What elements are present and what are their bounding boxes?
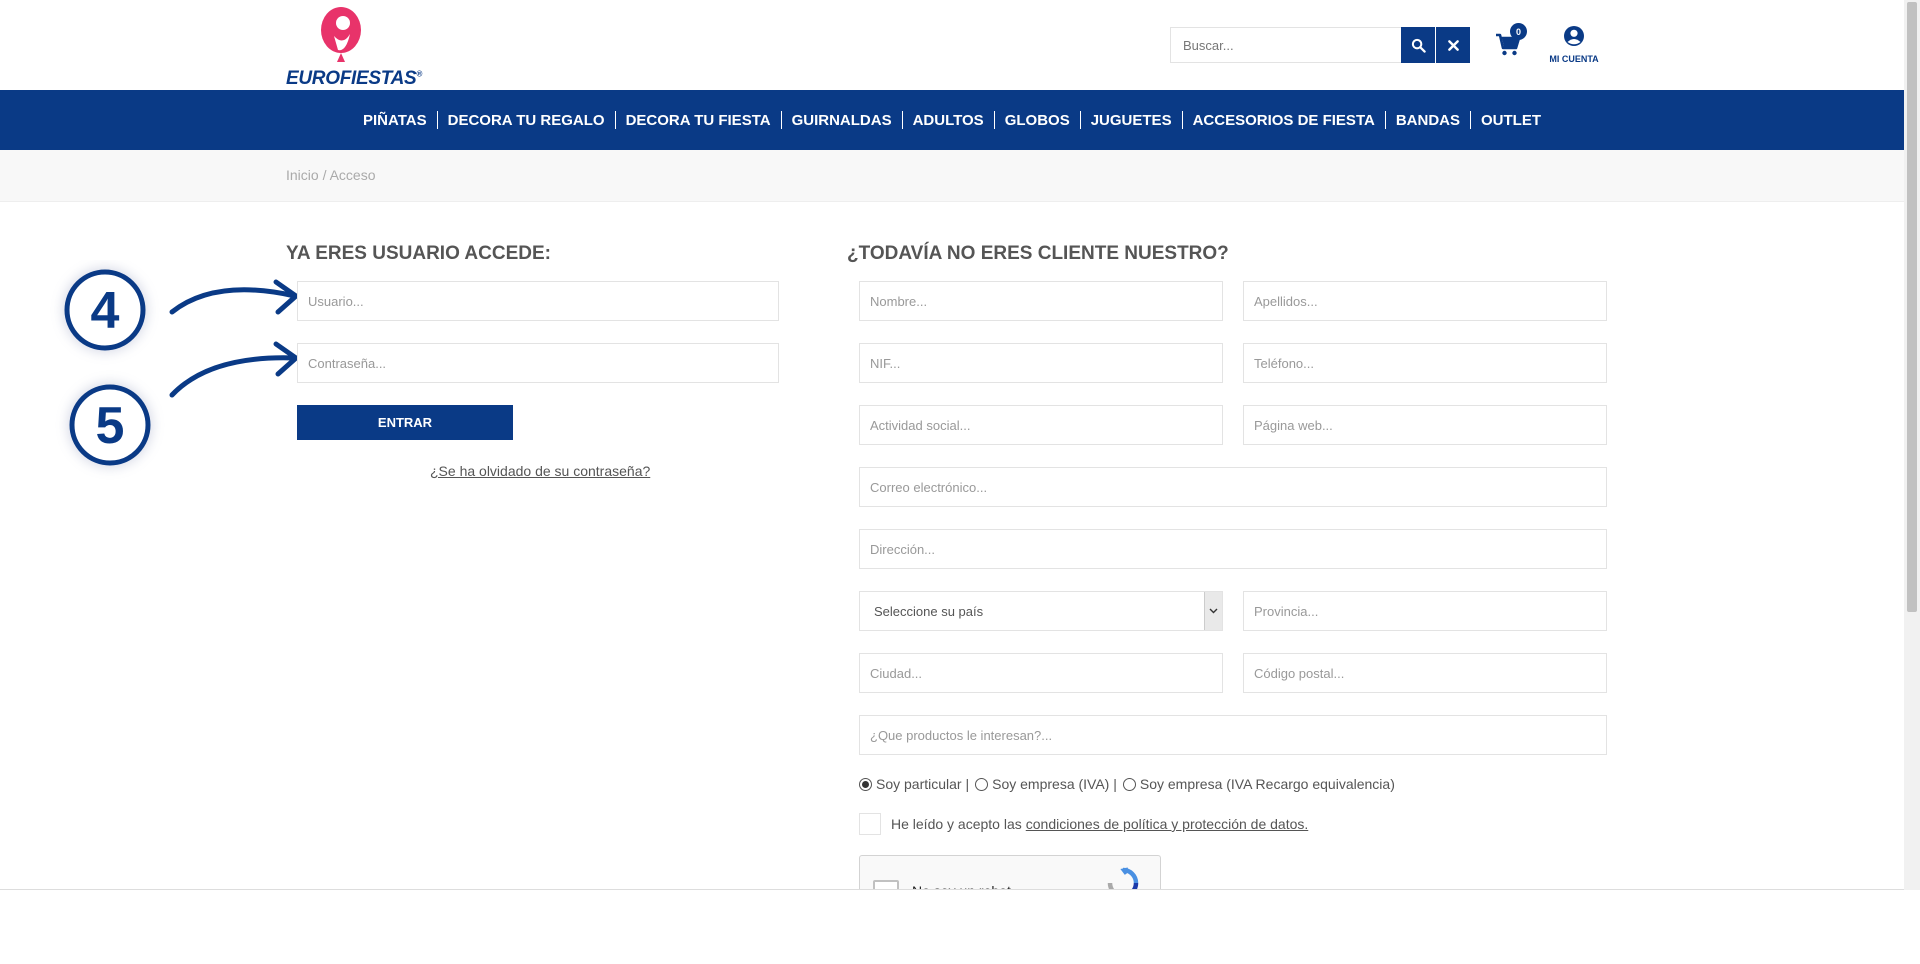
customer-type-group: Soy particular | Soy empresa (IVA) | Soy…: [859, 776, 1401, 792]
page: EUROFIESTAS® 0: [0, 0, 1920, 964]
last-name-input[interactable]: [1243, 281, 1607, 321]
radio-empresa-iva[interactable]: [975, 777, 989, 791]
username-input[interactable]: [297, 281, 779, 321]
cart-count-badge: 0: [1510, 23, 1527, 40]
my-account-link[interactable]: MI CUENTA: [1548, 25, 1600, 65]
nav-item-bandas[interactable]: BANDAS: [1386, 112, 1470, 129]
nav-item-pinatas[interactable]: PIÑATAS: [353, 112, 437, 129]
nav-item-outlet[interactable]: OUTLET: [1471, 112, 1551, 129]
chevron-down-icon: [1204, 592, 1222, 630]
nav-item-adultos[interactable]: ADULTOS: [903, 112, 994, 129]
search-input[interactable]: [1170, 27, 1402, 63]
postal-code-input[interactable]: [1243, 653, 1607, 693]
radio-empresa-iva-label: Soy empresa (IVA) |: [992, 776, 1117, 792]
privacy-consent-checkbox[interactable]: [859, 813, 881, 835]
user-circle-icon: [1564, 26, 1584, 46]
eurofiestas-logo[interactable]: EUROFIESTAS®: [286, 6, 422, 89]
clear-search-button[interactable]: [1436, 27, 1470, 63]
nav-item-globos[interactable]: GLOBOS: [995, 112, 1080, 129]
account-label: MI CUENTA: [1549, 54, 1599, 64]
login-submit-button[interactable]: ENTRAR: [297, 405, 513, 440]
country-select-value: Seleccione su país: [874, 603, 984, 619]
recaptcha-logo-icon: [1107, 867, 1139, 891]
annotation-number-5: 5: [95, 397, 125, 455]
privacy-consent: He leído y acepto las condiciones de pol…: [859, 813, 1308, 835]
login-heading: YA ERES USUARIO ACCEDE:: [286, 243, 551, 264]
breadcrumb-separator: /: [318, 167, 330, 183]
first-name-input[interactable]: [859, 281, 1223, 321]
interests-input[interactable]: [859, 715, 1607, 755]
breadcrumb-current: Acceso: [329, 167, 376, 183]
search-button[interactable]: [1401, 27, 1435, 63]
password-input[interactable]: [297, 343, 779, 383]
nav-item-juguetes[interactable]: JUGUETES: [1081, 112, 1182, 129]
page-fold: [0, 889, 1904, 964]
scrollbar-thumb[interactable]: [1907, 2, 1917, 612]
nif-input[interactable]: [859, 343, 1223, 383]
forgot-password-link[interactable]: ¿Se ha olvidado de su contraseña?: [430, 463, 650, 479]
register-heading: ¿TODAVÍA NO ERES CLIENTE NUESTRO?: [847, 243, 1229, 264]
logo-wordmark: EUROFIESTAS®: [286, 68, 423, 89]
close-icon: [1447, 39, 1459, 51]
search-icon: [1411, 38, 1426, 53]
address-input[interactable]: [859, 529, 1607, 569]
city-input[interactable]: [859, 653, 1223, 693]
radio-empresa-recargo[interactable]: [1122, 777, 1136, 791]
business-activity-input[interactable]: [859, 405, 1223, 445]
header: EUROFIESTAS® 0: [0, 0, 1904, 90]
email-input[interactable]: [859, 467, 1607, 507]
main-nav: PIÑATAS DECORA TU REGALO DECORA TU FIEST…: [0, 90, 1904, 150]
nav-item-decora-tu-regalo[interactable]: DECORA TU REGALO: [438, 112, 615, 129]
radio-particular[interactable]: [859, 777, 872, 791]
privacy-policy-link[interactable]: condiciones de política y protección de …: [1026, 816, 1309, 832]
radio-empresa-recargo-label: Soy empresa (IVA Recargo equivalencia): [1139, 776, 1395, 792]
country-select[interactable]: Seleccione su país: [859, 591, 1223, 631]
balloon-logo-icon: [321, 7, 361, 62]
privacy-consent-text: He leído y acepto las: [891, 816, 1022, 832]
province-input[interactable]: [1243, 591, 1607, 631]
radio-particular-label: Soy particular |: [876, 776, 970, 792]
phone-input[interactable]: [1243, 343, 1607, 383]
annotation-number-4: 4: [90, 282, 120, 340]
nav-item-decora-tu-fiesta[interactable]: DECORA TU FIESTA: [616, 112, 781, 129]
breadcrumb-home[interactable]: Inicio: [286, 167, 319, 183]
nav-item-accesorios-de-fiesta[interactable]: ACCESORIOS DE FIESTA: [1183, 112, 1385, 129]
website-input[interactable]: [1243, 405, 1607, 445]
recaptcha-widget: No soy un robot: [859, 855, 1161, 891]
breadcrumb: Inicio / Acceso: [0, 150, 1904, 202]
scrollbar[interactable]: [1904, 0, 1920, 890]
nav-item-guirnaldas[interactable]: GUIRNALDAS: [782, 112, 902, 129]
